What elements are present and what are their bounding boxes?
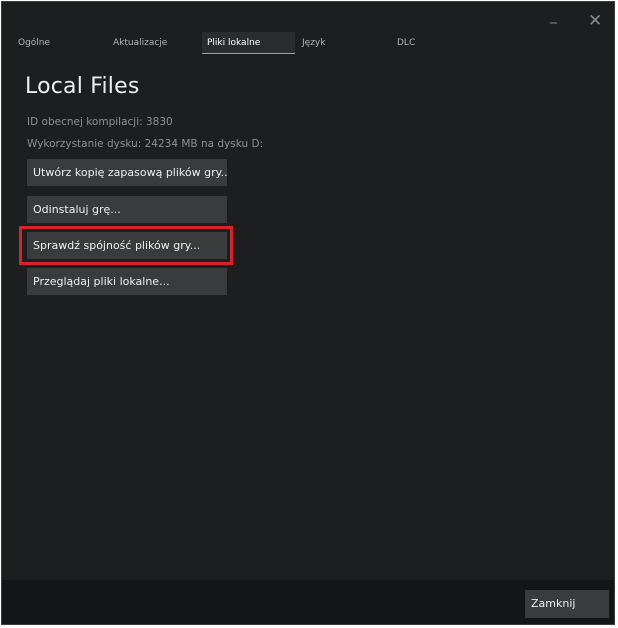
properties-window: _ ✕ Ogólne Aktualizacje Pliki lokalne Ję… [1,1,615,625]
uninstall-game-button[interactable]: Odinstaluj grę... [27,196,227,223]
minimize-icon[interactable]: _ [550,6,557,26]
build-id-text: ID obecnej kompilacji: 3830 [27,116,173,128]
tab-dlc[interactable]: DLC [392,32,482,54]
tab-language[interactable]: Język [297,32,387,54]
tab-general[interactable]: Ogólne [13,32,103,54]
close-icon[interactable]: ✕ [588,11,602,31]
verify-game-files-button[interactable]: Sprawdź spójność plików gry... [27,232,227,259]
browse-local-files-button[interactable]: Przeglądaj pliki lokalne... [27,268,227,295]
tab-updates[interactable]: Aktualizacje [108,32,198,54]
tab-local-files[interactable]: Pliki lokalne [202,32,295,54]
disk-usage-text: Wykorzystanie dysku: 24234 MB na dysku D… [27,138,264,150]
footer-bar: Zamknij [2,580,614,624]
close-button[interactable]: Zamknij [525,590,609,618]
tab-bar: Ogólne Aktualizacje Pliki lokalne Język … [2,32,614,56]
page-title: Local Files [25,74,140,99]
backup-game-files-button[interactable]: Utwórz kopię zapasową plików gry... [27,159,227,186]
